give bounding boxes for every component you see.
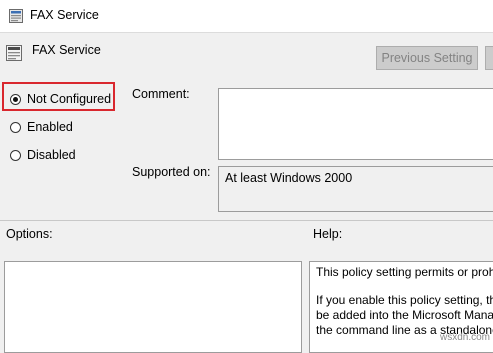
- title-bar: FAX Service: [0, 0, 493, 33]
- help-label: Help:: [313, 227, 343, 241]
- previous-setting-button[interactable]: Previous Setting: [376, 46, 478, 70]
- radio-label-disabled: Disabled: [27, 148, 76, 162]
- options-panel[interactable]: [4, 261, 302, 353]
- divider: [0, 220, 493, 221]
- comment-textarea[interactable]: [218, 88, 493, 160]
- help-paragraph-gap: [316, 280, 493, 293]
- highlight-annotation: [2, 82, 115, 111]
- policy-icon: [9, 9, 23, 23]
- watermark: wsxdn.com: [440, 332, 491, 343]
- radio-enabled[interactable]: Enabled: [10, 118, 73, 136]
- supported-on-value: At least Windows 2000: [218, 166, 493, 212]
- setting-title: FAX Service: [32, 43, 101, 57]
- supported-on-label: Supported on:: [132, 165, 211, 179]
- options-label: Options:: [6, 227, 53, 241]
- window-title: FAX Service: [30, 8, 99, 22]
- radio-indicator[interactable]: [10, 149, 21, 161]
- help-text-line: This policy setting permits or proh: [316, 265, 493, 279]
- radio-indicator[interactable]: [10, 121, 21, 133]
- next-setting-button[interactable]: [485, 46, 493, 70]
- radio-disabled[interactable]: Disabled: [10, 146, 76, 164]
- comment-label: Comment:: [132, 87, 190, 101]
- help-text-line: If you enable this policy setting, th: [316, 293, 493, 307]
- help-text-line: be added into the Microsoft Mana: [316, 308, 493, 322]
- policy-setting-icon: [6, 45, 22, 61]
- radio-label-enabled: Enabled: [27, 120, 73, 134]
